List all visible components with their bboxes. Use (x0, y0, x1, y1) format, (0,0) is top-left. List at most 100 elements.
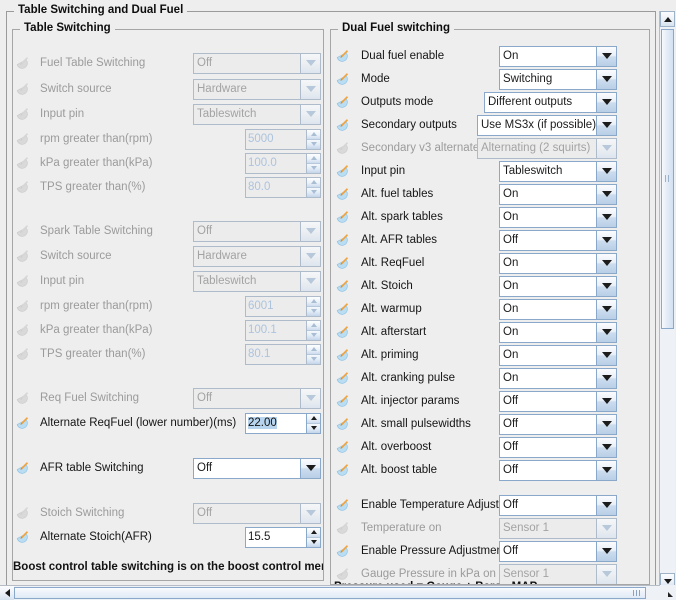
chevron-down-icon[interactable] (596, 69, 617, 90)
chevron-down-icon[interactable] (596, 161, 617, 182)
label-input-pin: Input pin (40, 103, 84, 125)
combobox-value: Off (193, 221, 300, 242)
label-alt-priming: Alt. priming (361, 344, 419, 366)
chevron-down-icon (300, 388, 321, 409)
combobox-value: On (499, 207, 596, 228)
combobox-alt-small-pulsewidths[interactable]: Off (499, 414, 617, 435)
chevron-down-icon[interactable] (596, 299, 617, 320)
combobox-mode[interactable]: Switching (499, 69, 617, 90)
scroll-left-arrow-icon[interactable] (0, 586, 14, 600)
chevron-down-icon[interactable] (596, 541, 617, 562)
edit-pencil-icon (336, 325, 349, 338)
spinner-down-icon[interactable] (307, 423, 320, 433)
resize-grip-icon[interactable] (660, 585, 676, 600)
combobox-value: Off (499, 437, 596, 458)
spinner-input: 100.0 (245, 153, 306, 174)
edit-pencil-icon (336, 417, 349, 430)
combobox-value: Off (193, 388, 300, 409)
combobox-input-pin: Tableswitch (193, 271, 321, 292)
combobox-alt-spark-tables[interactable]: On (499, 207, 617, 228)
combobox-input-pin[interactable]: Tableswitch (499, 161, 617, 182)
spinner-value: 80.1 (248, 348, 270, 360)
form-row: Temperature onSensor 1 (331, 517, 649, 539)
form-row: AFR table SwitchingOff (13, 457, 323, 479)
chevron-down-icon[interactable] (596, 460, 617, 481)
chevron-down-icon[interactable] (596, 46, 617, 67)
combobox-alt-stoich[interactable]: On (499, 276, 617, 297)
combobox-dual-fuel-enable[interactable]: On (499, 46, 617, 67)
edit-pencil-icon (16, 530, 29, 543)
combobox-secondary-outputs[interactable]: Use MS3x (if possible) (477, 115, 617, 136)
combobox-value: Different outputs (484, 92, 596, 113)
vertical-scrollbar[interactable] (659, 11, 675, 589)
chevron-down-icon[interactable] (300, 458, 321, 479)
chevron-down-icon[interactable] (596, 253, 617, 274)
spinner-input[interactable]: 15.5 (245, 527, 306, 548)
chevron-down-icon[interactable] (596, 276, 617, 297)
chevron-down-icon[interactable] (596, 368, 617, 389)
form-row: ModeSwitching (331, 68, 649, 90)
spinner-alternate-stoich-afr[interactable]: 15.5 (245, 527, 321, 548)
form-row: Switch sourceHardware (13, 245, 323, 267)
form-row: rpm greater than(rpm)6001 (13, 295, 323, 317)
combobox-alt-warmup[interactable]: On (499, 299, 617, 320)
combobox-alt-cranking-pulse[interactable]: On (499, 368, 617, 389)
combobox-alt-injector-params[interactable]: Off (499, 391, 617, 412)
spinner-up-icon[interactable] (307, 414, 320, 423)
edit-pencil-icon (16, 506, 29, 519)
label-alt-afterstart: Alt. afterstart (361, 321, 426, 343)
spinner-down-icon (307, 163, 320, 173)
combobox-enable-temperature-adjustment[interactable]: Off (499, 495, 617, 516)
combobox-alt-reqfuel[interactable]: On (499, 253, 617, 274)
chevron-down-icon[interactable] (596, 92, 617, 113)
combobox-outputs-mode[interactable]: Different outputs (484, 92, 617, 113)
edit-pencil-icon (16, 391, 29, 404)
spinner-down-icon[interactable] (307, 537, 320, 547)
label-tps-greater-than: TPS greater than(%) (40, 176, 145, 198)
spinner-buttons[interactable] (306, 413, 321, 434)
chevron-down-icon[interactable] (596, 414, 617, 435)
spinner-down-icon (307, 330, 320, 340)
label-stoich-switching: Stoich Switching (40, 502, 124, 524)
spinner-up-icon[interactable] (307, 528, 320, 537)
combobox-alt-overboost[interactable]: Off (499, 437, 617, 458)
spinner-input[interactable]: 22.00 (245, 413, 306, 434)
combobox-stoich-switching: Off (193, 503, 321, 524)
chevron-down-icon[interactable] (596, 322, 617, 343)
edit-pencil-icon (16, 461, 29, 474)
vertical-scrollbar-thumb[interactable] (661, 29, 674, 329)
combobox-alt-fuel-tables[interactable]: On (499, 184, 617, 205)
combobox-alt-afr-tables[interactable]: Off (499, 230, 617, 251)
combobox-value: Off (499, 541, 596, 562)
combobox-alt-priming[interactable]: On (499, 345, 617, 366)
spinner-alternate-reqfuel-lower-number-ms[interactable]: 22.00 (245, 413, 321, 434)
spinner-input: 80.0 (245, 177, 306, 198)
chevron-down-icon[interactable] (596, 230, 617, 251)
combobox-alt-boost-table[interactable]: Off (499, 460, 617, 481)
horizontal-scrollbar-thumb[interactable] (14, 587, 646, 599)
spinner-buttons[interactable] (306, 527, 321, 548)
label-fuel-table-switching: Fuel Table Switching (40, 52, 145, 74)
combobox-alt-afterstart[interactable]: On (499, 322, 617, 343)
chevron-down-icon[interactable] (596, 391, 617, 412)
chevron-down-icon[interactable] (596, 184, 617, 205)
spinner-input: 100.1 (245, 320, 306, 341)
spinner-value: 100.0 (248, 157, 277, 169)
edit-pencil-icon (16, 132, 29, 145)
spinner-value: 6001 (248, 300, 274, 312)
chevron-down-icon (300, 104, 321, 125)
form-row: Input pinTableswitch (331, 160, 649, 182)
edit-pencil-icon (336, 118, 349, 131)
scroll-up-arrow-icon[interactable] (660, 11, 675, 27)
chevron-down-icon[interactable] (596, 115, 617, 136)
spinner-value: 15.5 (248, 531, 270, 543)
edit-pencil-icon (336, 279, 349, 292)
horizontal-scrollbar[interactable] (0, 585, 660, 600)
combobox-enable-pressure-adjustment[interactable]: Off (499, 541, 617, 562)
chevron-down-icon[interactable] (596, 207, 617, 228)
combobox-afr-table-switching[interactable]: Off (193, 458, 321, 479)
label-alternate-stoich-afr: Alternate Stoich(AFR) (40, 526, 152, 548)
chevron-down-icon[interactable] (596, 345, 617, 366)
chevron-down-icon[interactable] (596, 437, 617, 458)
chevron-down-icon[interactable] (596, 495, 617, 516)
